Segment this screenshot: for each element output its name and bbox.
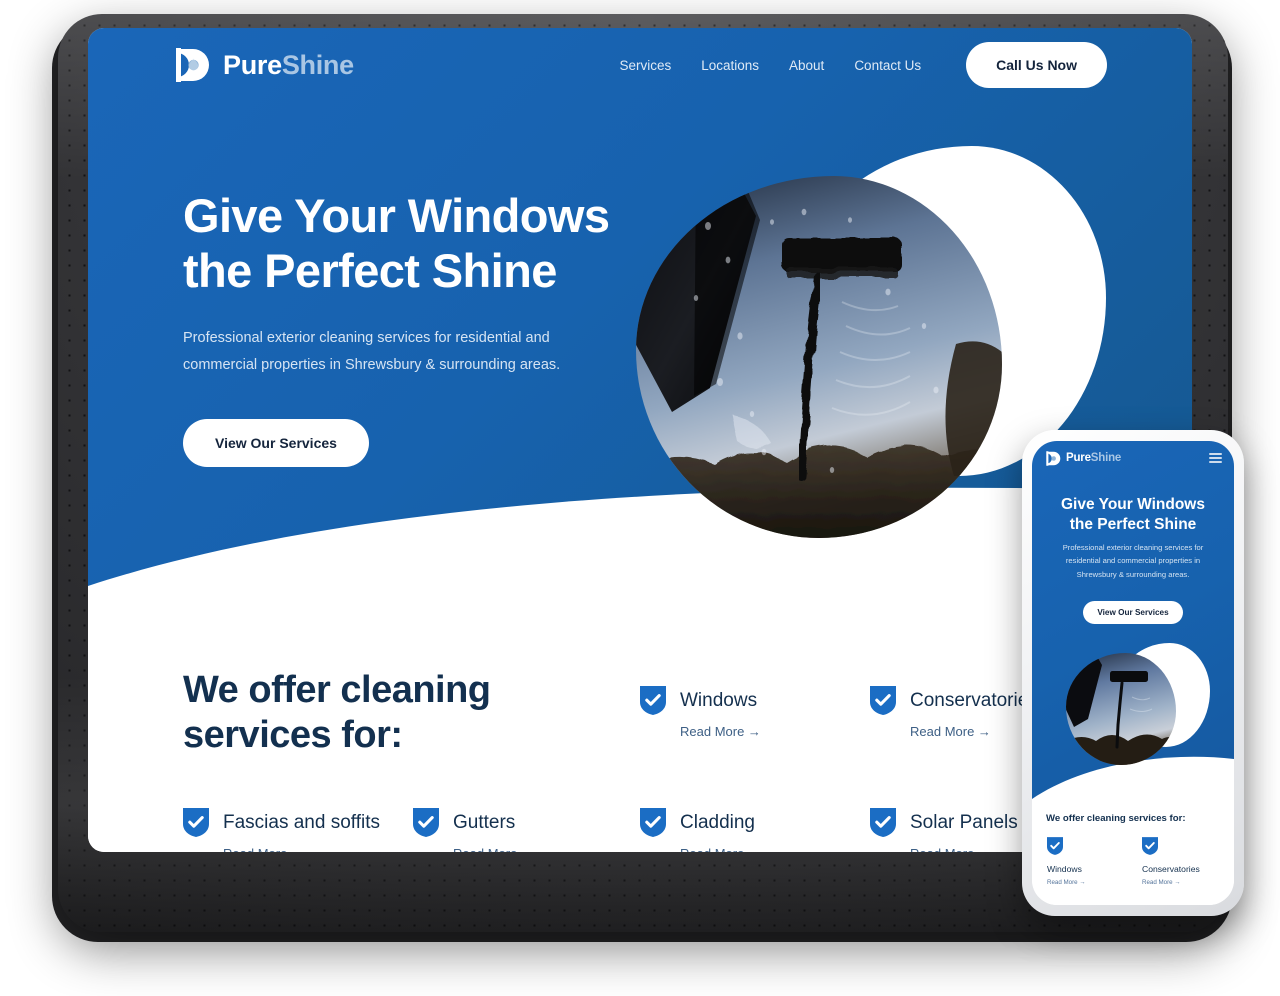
mobile-photo-blob [1066, 653, 1176, 765]
phone-screen: PureShine Give Your Windows the Perfect … [1032, 441, 1234, 905]
mobile-header: PureShine [1032, 441, 1234, 475]
hero-subtitle: Professional exterior cleaning services … [183, 329, 561, 373]
brand-name-primary: Pure [1066, 452, 1091, 464]
brand-wordmark: PureShine [223, 49, 354, 80]
device-mockup: PureShine Services Locations About Conta… [0, 0, 1280, 996]
mobile-read-more-link[interactable]: Read More → [1047, 879, 1086, 886]
services-heading: We offer cleaning services for: [183, 668, 513, 758]
view-our-services-button[interactable]: View Our Services [183, 418, 369, 467]
brand-logo[interactable]: PureShine [173, 45, 354, 85]
service-item-windows[interactable]: Windows Read More → [640, 686, 761, 739]
service-item-fascias-and-soffits[interactable]: Fascias and soffits Read More → [183, 808, 380, 852]
mobile-service-label: Conservatories [1142, 864, 1200, 874]
mobile-service-label: Windows [1047, 864, 1082, 874]
mobile-view-our-services-button[interactable]: View Our Services [1083, 601, 1183, 624]
hero-photo-blob [636, 176, 1002, 538]
check-shield-icon [870, 686, 896, 715]
hamburger-menu-icon[interactable] [1209, 450, 1222, 465]
service-label: Solar Panels [910, 811, 1018, 833]
main-navigation: Services Locations About Contact Us [619, 58, 921, 73]
service-item-cladding[interactable]: Cladding Read More → [640, 808, 761, 852]
mobile-hero-title: Give Your Windows the Perfect Shine [1032, 495, 1234, 535]
service-label: Fascias and soffits [223, 811, 381, 833]
mobile-services-heading: We offer cleaning services for: [1046, 813, 1186, 824]
squeegee-window-photo [636, 176, 1002, 538]
service-item-gutters[interactable]: Gutters Read More → [413, 808, 534, 852]
phone-mockup: PureShine Give Your Windows the Perfect … [1022, 430, 1244, 916]
read-more-link[interactable]: Read More → [910, 846, 1018, 852]
nav-item-contact-us[interactable]: Contact Us [854, 58, 921, 73]
mobile-hero-artwork [1054, 639, 1224, 779]
services-heading-line2: services for: [183, 713, 403, 756]
service-item-solar-panels[interactable]: Solar Panels Read More → [870, 808, 1018, 852]
nav-item-services[interactable]: Services [619, 58, 671, 73]
read-more-link[interactable]: Read More → [680, 724, 761, 739]
brand-name-secondary: Shine [1090, 452, 1122, 464]
check-shield-icon [640, 686, 666, 715]
hero-title: Give Your Windows the Perfect Shine [183, 188, 653, 299]
services-heading-line1: We offer cleaning [183, 669, 491, 711]
service-label: Conservatories [910, 689, 1038, 711]
hero-title-line2: the Perfect Shine [183, 244, 557, 298]
nav-item-about[interactable]: About [789, 58, 824, 73]
mobile-hero-title-line1: Give Your Windows [1061, 496, 1205, 513]
check-shield-icon [870, 808, 896, 837]
read-more-link[interactable]: Read More → [223, 846, 380, 852]
mobile-services-section: We offer cleaning services for: Windows … [1032, 803, 1234, 905]
mobile-brand-logo[interactable]: PureShine [1045, 450, 1121, 467]
check-shield-icon [640, 808, 666, 837]
check-shield-icon [183, 808, 209, 837]
read-more-link[interactable]: Read More → [453, 846, 534, 852]
call-us-now-button[interactable]: Call Us Now [966, 42, 1107, 88]
mobile-read-more-link[interactable]: Read More → [1142, 879, 1200, 886]
read-more-link[interactable]: Read More → [680, 846, 761, 852]
hero-title-line1: Give Your Windows [183, 189, 610, 242]
droplet-d-logo-icon [1046, 450, 1061, 466]
brand-name-primary: Pure [223, 49, 282, 80]
brand-name-secondary: Shine [281, 49, 354, 80]
nav-item-locations[interactable]: Locations [701, 58, 759, 73]
droplet-d-logo-icon [176, 48, 209, 82]
mobile-service-item-conservatories[interactable]: Conservatories Read More → [1142, 837, 1200, 886]
read-more-link[interactable]: Read More → [910, 724, 1038, 739]
service-label: Windows [680, 689, 758, 711]
hero-copy: Give Your Windows the Perfect Shine Prof… [183, 188, 653, 467]
site-header: PureShine Services Locations About Conta… [88, 28, 1192, 102]
mobile-service-item-windows[interactable]: Windows Read More → [1047, 837, 1086, 886]
check-shield-icon [1047, 837, 1063, 855]
service-item-conservatories[interactable]: Conservatories Read More → [870, 686, 1038, 739]
check-shield-icon [1142, 837, 1158, 855]
squeegee-window-photo [1066, 653, 1176, 765]
mobile-hero-title-line2: the Perfect Shine [1069, 516, 1197, 534]
mobile-brand-wordmark: PureShine [1066, 452, 1121, 464]
mobile-hero-section: PureShine Give Your Windows the Perfect … [1032, 441, 1234, 803]
service-label: Cladding [680, 811, 755, 833]
service-label: Gutters [453, 811, 516, 833]
mobile-hero-subtitle: Professional exterior cleaning services … [1062, 543, 1204, 579]
check-shield-icon [413, 808, 439, 837]
